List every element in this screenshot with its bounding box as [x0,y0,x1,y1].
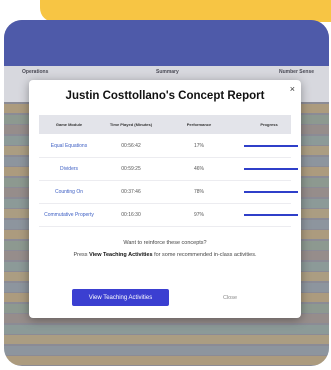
column-header-game-module: Game Module [55,122,83,127]
time-played: 00:56:42 [121,143,141,149]
time-played: 00:37:46 [121,189,141,195]
background-row [4,356,329,365]
header-number-sense: Number Sense [279,69,315,75]
progress-bar [244,214,298,216]
concept-report-modal: × Justin Costtollano's Concept Report Ga… [29,80,301,318]
yellow-banner [40,0,331,22]
column-header-performance: Performance [186,122,212,127]
background-row [4,324,329,334]
reinforce-prompt: Want to reinforce these concepts? [123,240,207,246]
progress-bar [244,145,298,147]
teaching-activities-hint: Press View Teaching Activities for some … [29,252,301,258]
game-module-link[interactable]: Equal Equations [39,135,99,157]
view-teaching-activities-button[interactable]: View Teaching Activities [72,289,169,306]
progress-bar [244,191,298,193]
background-row [4,335,329,344]
hint-prefix: Press [73,252,90,258]
column-header-time-played: Time Played (Minutes) [109,122,153,127]
game-module-link[interactable]: Dividers [39,158,99,180]
header-summary: Summary [156,69,179,75]
column-header-progress: Progress [260,122,278,127]
close-button[interactable]: Close [215,289,245,306]
table-row: Dividers 00:59:25 46% [39,158,298,181]
time-played: 00:16:30 [121,212,141,218]
performance: 78% [193,189,204,195]
performance: 97% [193,212,204,218]
game-module-link[interactable]: Commutative Property [39,204,99,226]
header-operations: Operations [22,69,49,75]
table-row: Commutative Property 00:16:30 97% [39,204,298,227]
progress-bar [244,168,298,170]
performance: 17% [193,143,204,149]
game-module-link[interactable]: Counting On [39,181,99,203]
table-header: Game Module Time Played (Minutes) Perfor… [39,115,291,134]
table-row: Counting On 00:37:46 78% [39,181,298,204]
modal-title: Justin Costtollano's Concept Report [65,90,265,102]
time-played: 00:59:25 [121,166,141,172]
background-row [4,345,329,355]
hint-emphasis: View Teaching Activities [89,252,153,258]
table-row: Equal Equations 00:56:42 17% [39,135,298,158]
performance: 46% [193,166,204,172]
dashboard-top-bar [4,20,329,66]
hint-suffix: for some recommended in-class activities… [152,252,257,258]
